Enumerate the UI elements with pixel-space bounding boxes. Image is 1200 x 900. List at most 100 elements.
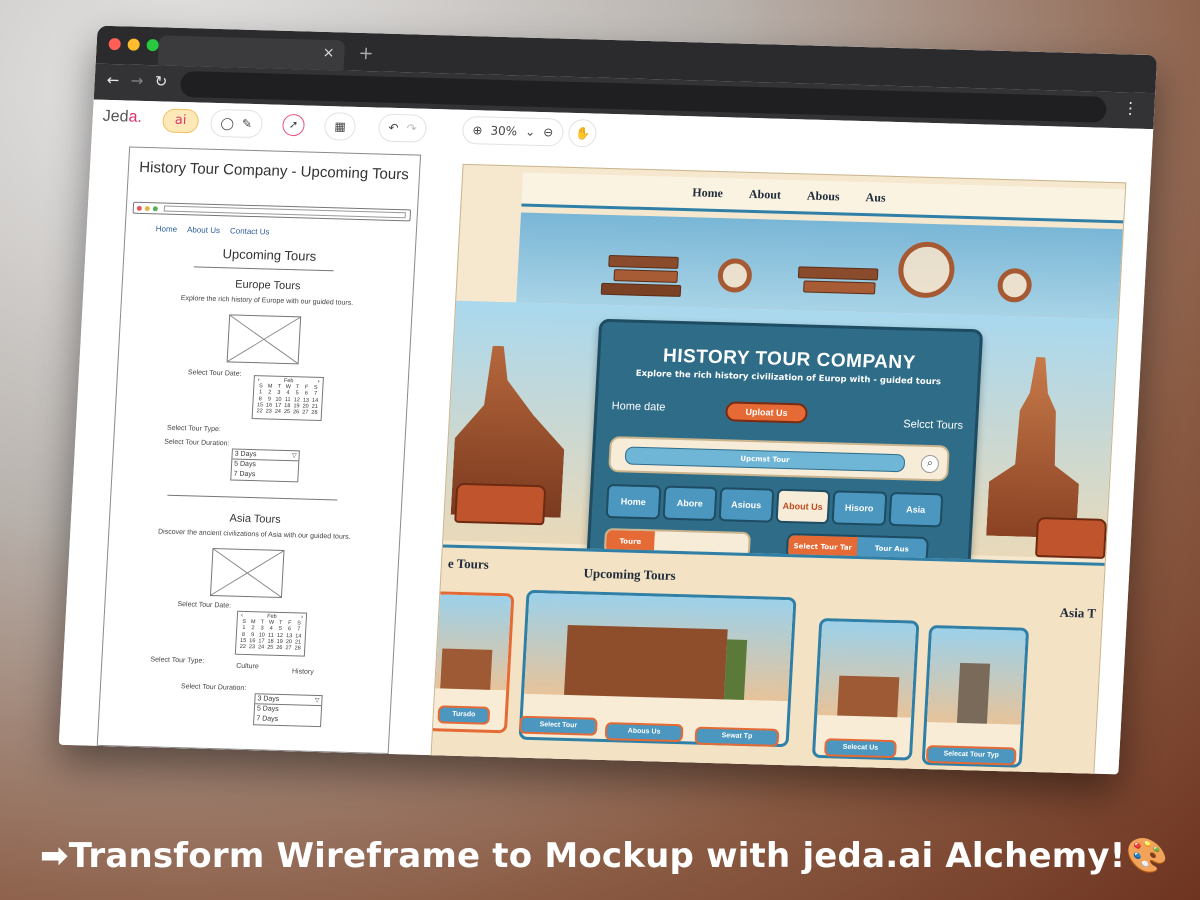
browser-menu-icon[interactable]: ⋮ [1122,98,1139,117]
search-bar[interactable]: Upcmst Tour ⌕ [608,436,950,482]
europe-duration-select[interactable]: 3 Days ▽ 5 Days 7 Days [230,448,300,483]
cursor-icon[interactable]: ➚ [281,113,306,137]
hero-card: HISTORY TOUR COMPANY Explore the rich hi… [585,318,984,588]
europe-section-title: e Tours [447,555,490,572]
asia-type-culture[interactable]: Culture [236,663,259,671]
maximize-window-button[interactable] [146,38,160,52]
wireframe-section-heading: Upcoming Tours [222,246,317,264]
calendar-day[interactable]: 27 [301,409,310,415]
calendar-day[interactable]: 22 [238,644,247,650]
calendar-month: Feb [266,613,277,620]
calendar-day[interactable]: 23 [247,644,256,650]
mockup-tab-3[interactable]: About Us [775,488,831,525]
search-input[interactable]: Upcmst Tour [624,446,906,473]
mockup-tab-4[interactable]: Hisoro [831,490,887,526]
calendar-month: Feb [283,377,294,385]
calendar-day[interactable]: 27 [284,645,293,651]
chevron-down-icon[interactable]: ▽ [292,451,297,461]
calendar-next-icon[interactable]: › [301,615,303,621]
mockup-tab-5[interactable]: Asia [888,491,944,528]
canvas[interactable]: History Tour Company - Upcoming Tours Ho… [58,139,1152,775]
redo-icon[interactable]: ↷ [406,121,417,135]
card-button[interactable]: Selecat Us [823,738,897,759]
europe-duration-label: Select Tour Duration: [164,438,230,448]
divider [167,494,338,501]
zoom-level[interactable]: 30% [490,124,517,139]
mockup-nav-about[interactable]: About [749,187,782,203]
tab-close-icon[interactable]: × [322,45,335,61]
window-controls [108,37,160,52]
upload-button[interactable]: Uploat Us [724,401,809,424]
wireframe-dot-icon [152,206,158,212]
calendar-prev-icon[interactable]: ‹ [241,613,243,619]
calendar-prev-icon[interactable]: ‹ [258,377,260,383]
calendar-days[interactable]: S M T W T F S 1 2 3 4 5 6 7 8 9 10 11 12 13 14 15 16 17 18 19 20 21… [238,619,304,652]
forward-icon[interactable]: → [130,72,144,90]
card-button[interactable]: Select Tour [518,715,598,736]
zoom-in-icon[interactable]: ⊕ [472,123,483,137]
hand-icon[interactable]: ✋ [575,126,591,140]
chevron-down-icon[interactable]: ⌄ [525,125,536,139]
duration-option[interactable]: 7 Days [254,714,321,726]
mockup-tab-2[interactable]: Asious [718,487,774,523]
search-icon[interactable]: ⌕ [920,454,940,474]
wireframe-nav-home[interactable]: Home [156,224,178,234]
card-button[interactable]: Abous Us [604,722,684,743]
wireframe-panel[interactable]: History Tour Company - Upcoming Tours Ho… [96,146,422,755]
calendar-day[interactable]: 26 [291,409,300,415]
mockup-nav-home[interactable]: Home [692,185,723,201]
minimize-window-button[interactable] [127,38,141,51]
calendar-days[interactable]: S M T W T F S 1 2 3 4 5 6 7 8 9 10 11 12 13 14 15 16 17 18 19 20 21… [255,383,321,416]
promo-caption: ➡Transform Wireframe to Mockup with jeda… [40,836,1169,876]
duration-option[interactable]: 7 Days [231,470,298,482]
books-icon [797,266,879,281]
card-button[interactable]: Tursdo [437,705,491,725]
back-icon[interactable]: ← [106,71,120,89]
calendar-day[interactable]: 26 [275,645,284,651]
grid-icon[interactable]: ▦ [334,119,346,133]
ai-button[interactable]: ai [161,108,200,134]
zoom-group: ⊕ 30% ⌄ ⊖ [461,115,565,147]
hand-group: ✋ [567,118,598,148]
magnifier-icon [716,258,753,293]
zoom-out-icon[interactable]: ⊖ [543,125,554,139]
close-window-button[interactable] [108,37,122,51]
europe-description: Explore the rich history of Europe with … [180,295,354,307]
wireframe-dot-icon [136,205,142,211]
mockup-nav-abous[interactable]: Abous [807,188,840,204]
mockup-nav-aus[interactable]: Aus [865,190,886,206]
card-button[interactable]: Selecat Tour Typ [925,745,1017,766]
wireframe-nav-about[interactable]: About Us [187,225,220,235]
shape-tool-icon[interactable]: ◯ [220,116,234,130]
browser-window: × + ← → ↻ ⋮ Jeda. ai ◯ ✎ ➚ ▦ ↶ ↷ ⊕ 30% ⌄… [58,25,1158,775]
calendar-day[interactable]: 23 [264,408,273,414]
undo-icon[interactable]: ↶ [388,121,399,135]
calendar-day[interactable]: 22 [255,408,264,414]
asia-duration-select[interactable]: 3 Days ▽ 5 Days 7 Days [253,693,323,728]
calendar-day[interactable]: 28 [310,410,319,416]
duration-selected[interactable]: 3 Days ▽ [255,694,322,707]
calendar-day[interactable]: 25 [282,409,291,415]
reload-icon[interactable]: ↻ [154,72,168,90]
calendar-day[interactable]: 24 [273,409,282,415]
europe-calendar[interactable]: ‹ Feb › S M T W T F S 1 2 3 4 5 6 7 8 9 10 11 12 13 14 15 16 17 18… [251,375,324,422]
mockup-tab-1[interactable]: Abore [662,485,718,522]
mockup-panel[interactable]: Home About Abous Aus HISTORY TOUR COMPAN… [429,163,1127,775]
calendar-day[interactable]: 24 [256,644,265,650]
tours-section: e Tours Upcoming Tours Asia T Tursdo Sel… [429,544,1105,775]
card-button[interactable]: Sewat Tp [694,726,780,747]
europe-date-label: Select Tour Date: [187,369,242,378]
calendar-day[interactable]: 28 [293,645,302,651]
calendar-next-icon[interactable]: › [317,379,319,385]
asia-calendar[interactable]: ‹ Feb › S M T W T F S 1 2 3 4 5 6 7 8 9 10 11 12 13 14 15 16 17 18… [234,610,308,657]
wireframe-nav-contact[interactable]: Contact Us [230,226,270,236]
chevron-down-icon[interactable]: ▽ [314,696,320,706]
mockup-tab-0[interactable]: Home [605,484,661,520]
wireframe-url-field [163,205,406,219]
pen-tool-icon[interactable]: ✎ [242,117,253,131]
asia-type-history[interactable]: History [292,668,314,676]
calendar-day[interactable]: 25 [265,645,274,651]
new-tab-icon[interactable]: + [358,43,374,64]
asia-duration-label: Select Tour Duration: [180,683,247,693]
duration-selected[interactable]: 3 Days ▽ [232,449,299,462]
